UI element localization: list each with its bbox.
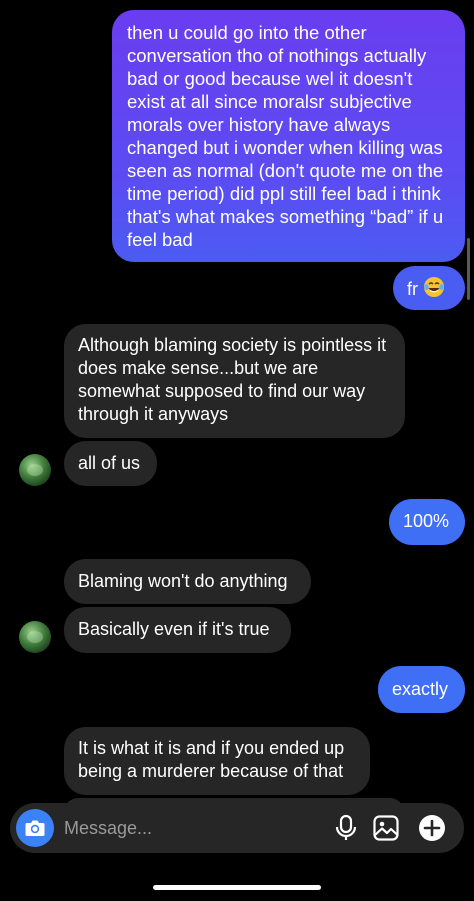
microphone-icon — [330, 814, 362, 848]
message-text: fr — [407, 278, 418, 299]
plus-icon — [416, 815, 448, 848]
message-sent[interactable]: exactly — [378, 666, 465, 713]
home-indicator[interactable] — [153, 885, 321, 890]
camera-button[interactable] — [16, 809, 54, 847]
avatar[interactable] — [19, 454, 51, 486]
message-text: Although blaming society is pointless it… — [78, 335, 387, 424]
gallery-icon — [370, 815, 402, 848]
message-sent[interactable]: then u could go into the other conversat… — [112, 10, 465, 262]
message-text: Blaming won't do anything — [78, 571, 288, 591]
camera-icon — [24, 818, 46, 843]
message-received[interactable]: It is what it is and if you ended up bei… — [64, 727, 370, 795]
message-composer: Message... — [10, 803, 464, 853]
avatar[interactable] — [19, 621, 51, 653]
scrollbar[interactable] — [467, 238, 470, 300]
message-sent[interactable]: 100% — [389, 499, 465, 545]
add-button[interactable] — [416, 812, 448, 844]
message-received[interactable]: all of us — [64, 441, 157, 486]
message-received[interactable]: Blaming won't do anything — [64, 559, 311, 604]
message-received[interactable]: Although blaming society is pointless it… — [64, 324, 405, 438]
message-text: Basically even if it's true — [78, 619, 270, 639]
message-received[interactable]: Basically even if it's true — [64, 607, 291, 653]
message-text: exactly — [392, 679, 449, 699]
message-text: all of us — [78, 453, 141, 473]
message-text: It is what it is and if you ended up bei… — [78, 738, 345, 781]
message-sent[interactable]: fr — [393, 266, 465, 310]
gallery-button[interactable] — [370, 812, 402, 844]
message-text: then u could go into the other conversat… — [127, 22, 444, 250]
face-with-tears-of-joy-icon — [423, 276, 445, 304]
message-input[interactable]: Message... — [64, 803, 314, 853]
microphone-button[interactable] — [330, 812, 362, 844]
message-text: 100% — [403, 511, 450, 531]
